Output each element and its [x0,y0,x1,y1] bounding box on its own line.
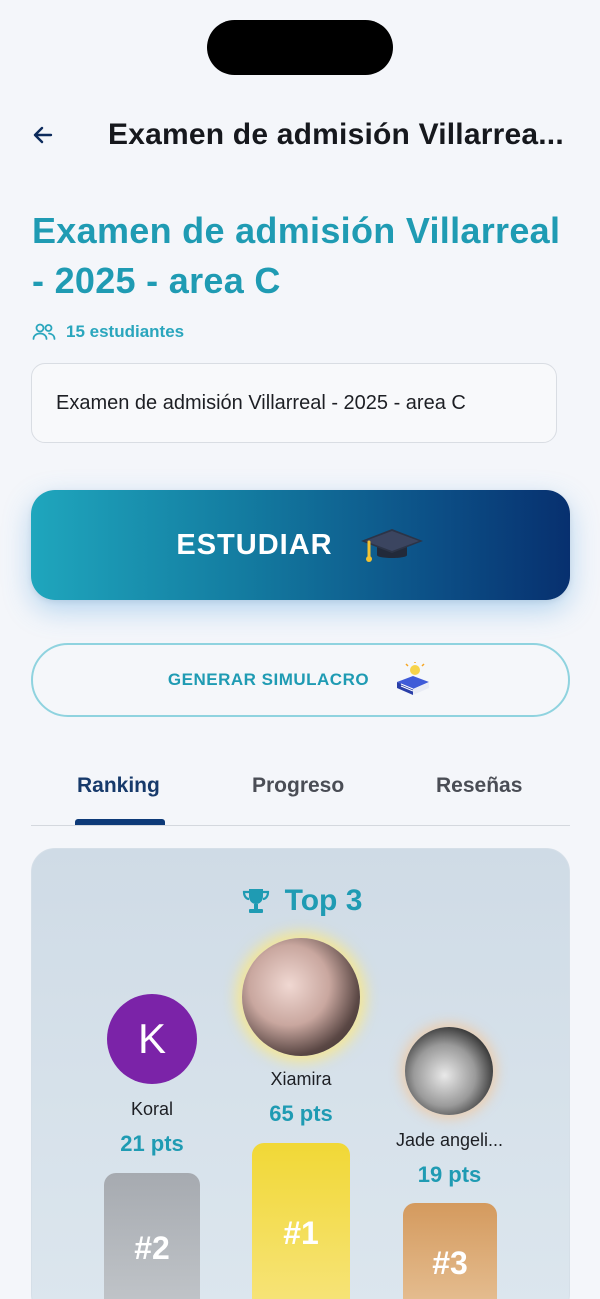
rank-3-name: Jade angeli... [395,1130,504,1150]
study-button[interactable]: ESTUDIAR [31,490,570,600]
podium-label: #3 [432,1244,468,1281]
avatar-rank-3 [405,1027,493,1115]
students-count: 15 estudiantes [32,320,184,344]
avatar-rank-2: K [107,994,197,1084]
top3-heading: Top 3 [32,881,569,921]
exam-title: Examen de admisión Villarreal - 2025 - a… [32,210,561,301]
back-button[interactable] [26,118,60,152]
students-label: 15 estudiantes [66,322,185,341]
rank-1-name: Xiamira [270,1069,332,1089]
podium-rank-3: #3 [403,1203,497,1299]
page-title: Examen de admisión Villarrea... [108,118,564,151]
ranking-card: Top 3 K Koral 21 pts Xiamira 65 pts Jade… [31,848,570,1299]
graduation-cap-icon [360,529,423,562]
rank-3-points: 19 pts [417,1162,482,1187]
simulation-button-label: GENERAR SIMULACRO [167,670,370,689]
study-button-label: ESTUDIAR [176,528,333,561]
book-idea-icon [397,662,430,695]
generate-simulation-button[interactable]: GENERAR SIMULACRO [31,643,570,717]
users-icon [32,323,56,340]
avatar-letter: K [137,1015,166,1062]
podium-rank-1: #1 [252,1143,350,1299]
podium-label: #1 [283,1214,319,1251]
exam-description: Examen de admisión Villarreal - 2025 - a… [31,363,557,443]
podium-label: #2 [134,1229,170,1266]
tab-bar: Ranking Progreso Reseñas [31,760,570,826]
arrow-left-icon [33,126,53,144]
rank-1-points: 65 pts [269,1101,333,1126]
tab-resenas[interactable]: Reseñas [436,774,522,798]
podium-rank-2: #2 [104,1173,200,1299]
trophy-icon [242,889,269,913]
avatar-rank-1 [242,938,360,1056]
tab-ranking[interactable]: Ranking [77,774,160,798]
top-bar: Examen de admisión Villarrea... [0,108,600,160]
rank-2-points: 21 pts [120,1131,184,1156]
active-tab-indicator [75,819,165,825]
tab-progreso[interactable]: Progreso [252,774,344,798]
device-notch [207,20,393,75]
top3-label: Top 3 [284,884,363,917]
rank-2-name: Koral [130,1099,174,1119]
